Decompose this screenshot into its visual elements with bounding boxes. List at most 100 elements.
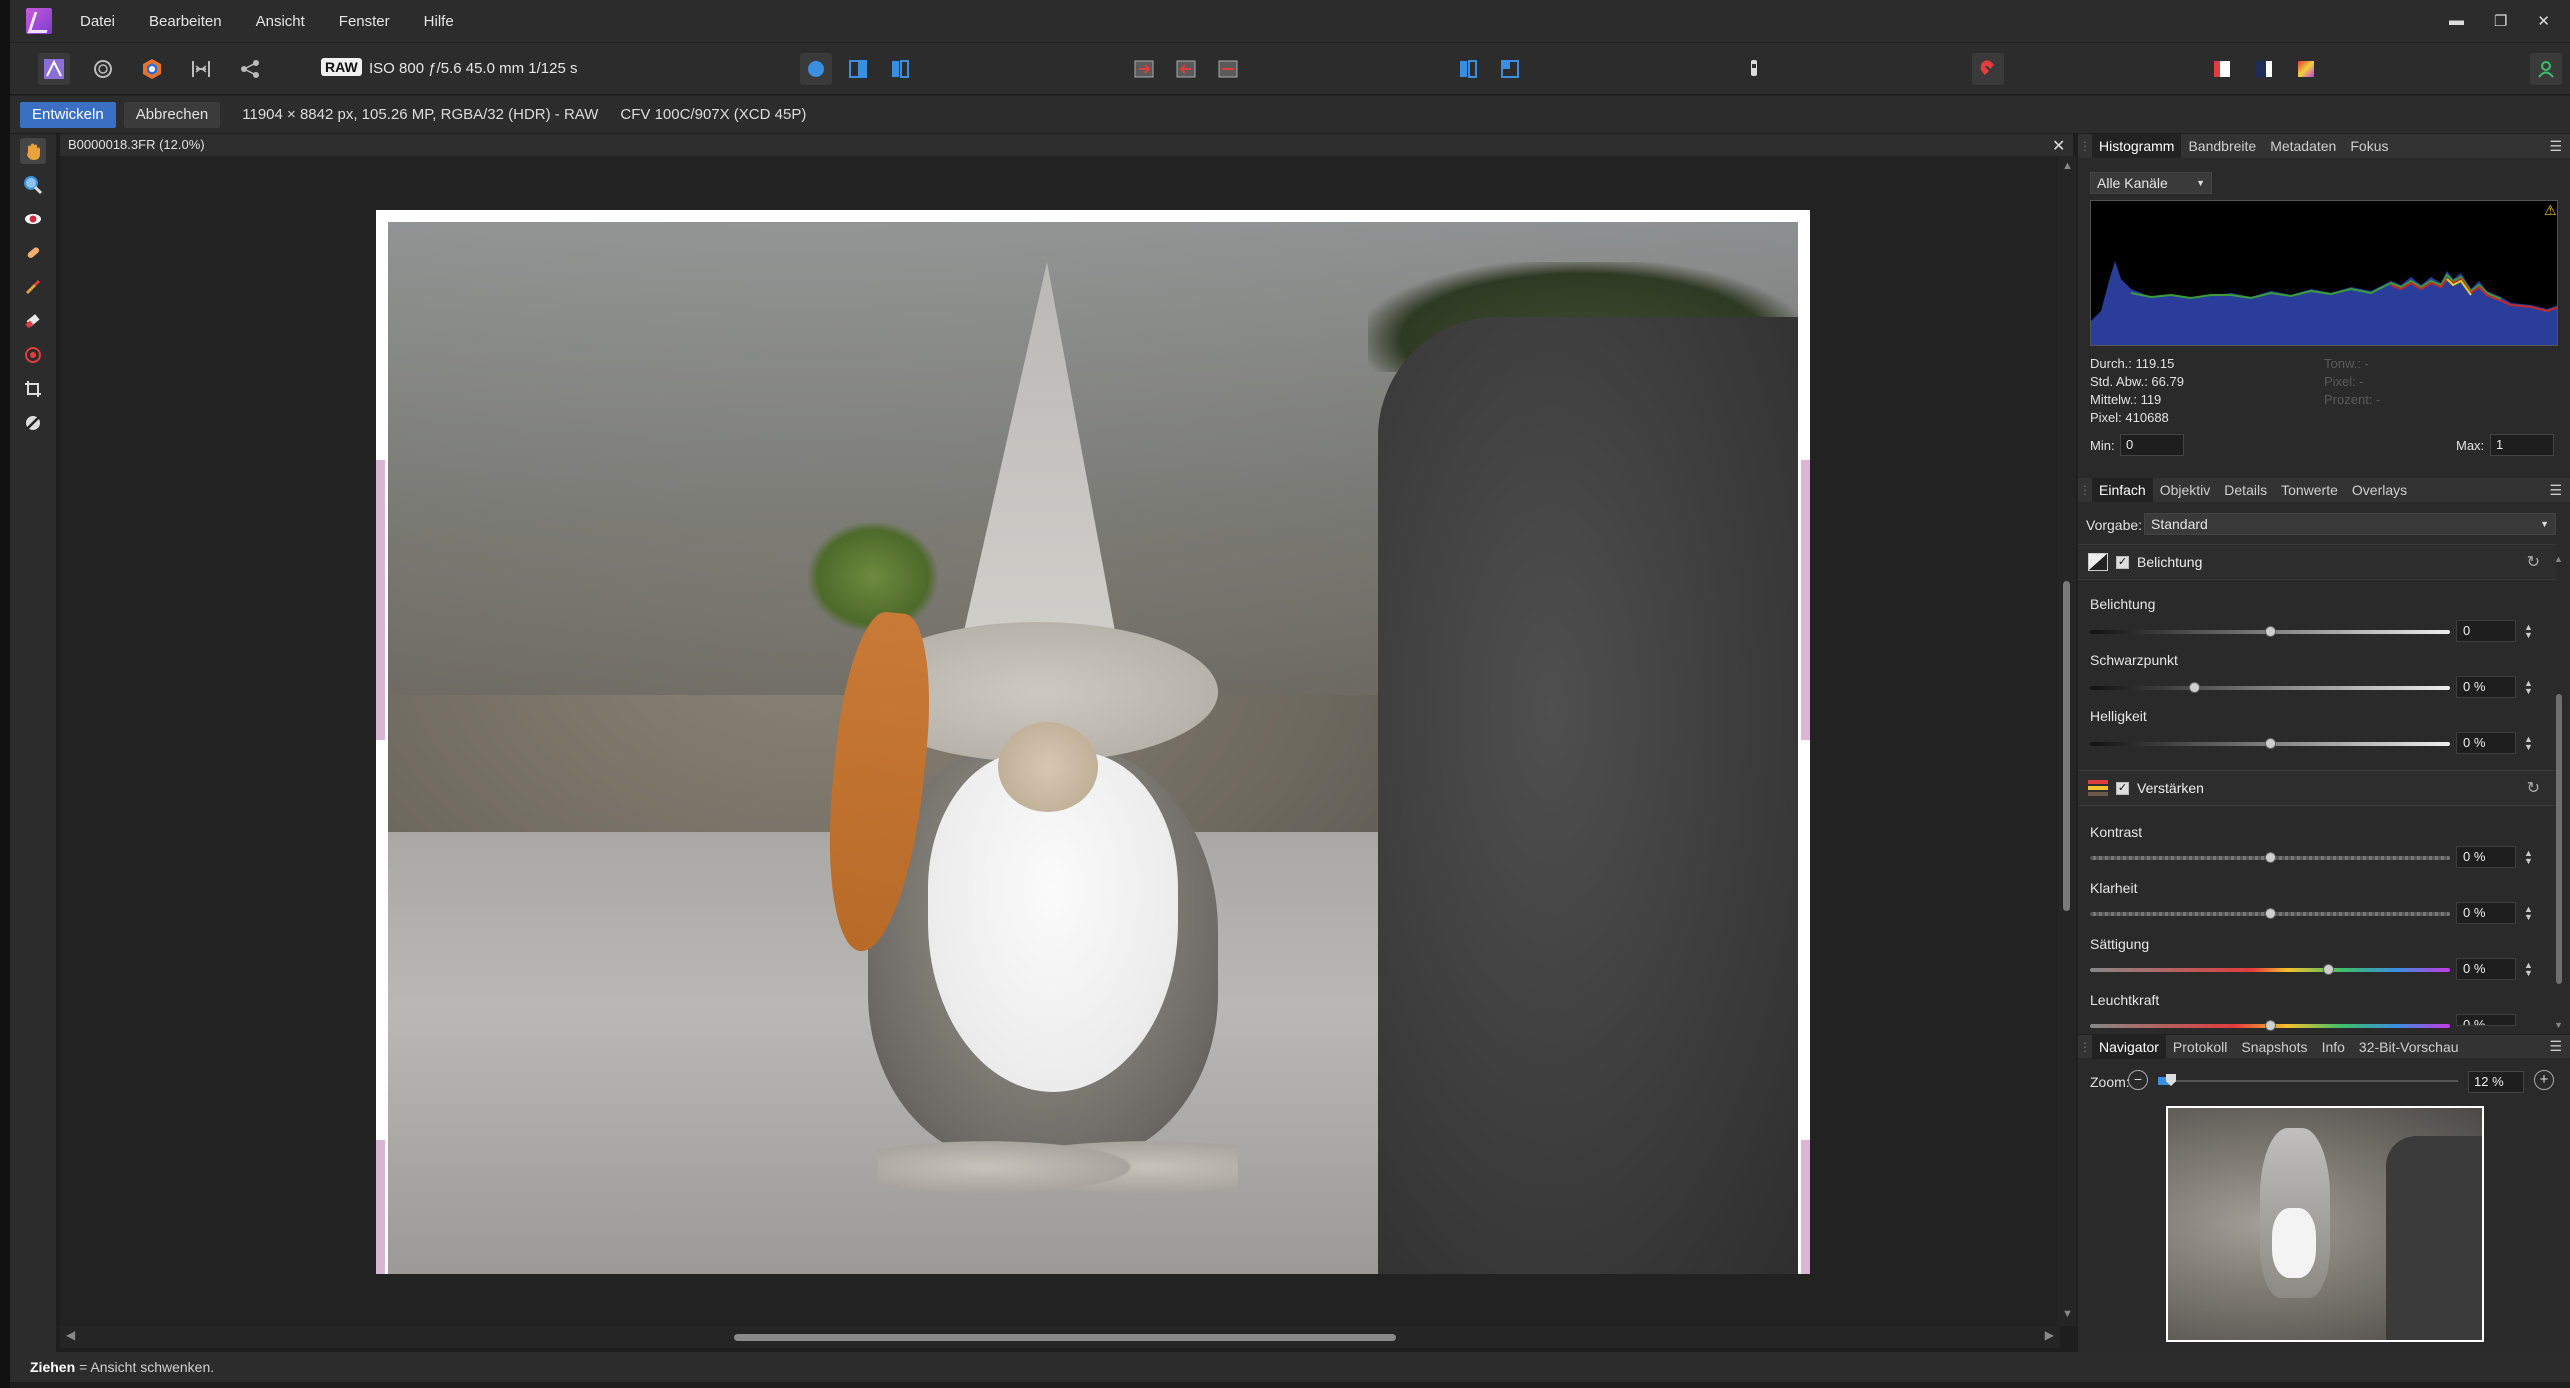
zoom-in-icon[interactable]: + bbox=[2534, 1070, 2554, 1090]
overlay-erase-tool-icon[interactable] bbox=[20, 308, 46, 334]
menu-ansicht[interactable]: Ansicht bbox=[256, 13, 305, 30]
min-field[interactable]: 0 bbox=[2120, 434, 2184, 456]
raw-photo[interactable] bbox=[388, 222, 1798, 1274]
tab-histogramm[interactable]: Histogramm bbox=[2092, 134, 2182, 158]
tab-tonwerte[interactable]: Tonwerte bbox=[2274, 478, 2345, 502]
enhance-enable-checkbox[interactable]: ✓ bbox=[2116, 781, 2129, 795]
overlay-gradient-tool-icon[interactable] bbox=[20, 342, 46, 368]
share-icon[interactable] bbox=[234, 53, 266, 85]
helligkeit-stepper-icon[interactable]: ▲ ▼ bbox=[2524, 735, 2533, 752]
belichtung-value[interactable]: 0 bbox=[2456, 620, 2516, 642]
assistant-right-icon[interactable] bbox=[1494, 53, 1526, 85]
develop-button[interactable]: Entwickeln bbox=[20, 101, 116, 128]
clipping-shadows-icon[interactable] bbox=[1128, 53, 1160, 85]
schwarzpunkt-stepper-icon[interactable]: ▲ ▼ bbox=[2524, 679, 2533, 696]
panel-menu-icon[interactable]: ☰ bbox=[2549, 138, 2562, 155]
helligkeit-slider-knob[interactable] bbox=[2265, 738, 2276, 749]
saettigung-stepper-icon[interactable]: ▲ ▼ bbox=[2524, 961, 2533, 978]
tab-32-bit-vorschau[interactable]: 32-Bit-Vorschau bbox=[2352, 1035, 2466, 1059]
schwarzpunkt-slider[interactable] bbox=[2090, 682, 2450, 693]
view-single-icon[interactable] bbox=[800, 53, 832, 85]
enhance-group-header[interactable]: ✓ Verstärken ↻ bbox=[2078, 770, 2556, 806]
max-field[interactable]: 1 bbox=[2490, 434, 2554, 456]
scroll-left-icon[interactable]: ◀ bbox=[66, 1328, 75, 1342]
leuchtkraft-slider[interactable] bbox=[2090, 1020, 2450, 1031]
scroll-down-icon[interactable]: ▼ bbox=[2062, 1308, 2073, 1320]
cancel-button[interactable]: Abbrechen bbox=[123, 101, 221, 128]
reset-exposure-icon[interactable]: ↻ bbox=[2527, 552, 2540, 572]
helligkeit-slider[interactable] bbox=[2090, 738, 2450, 749]
close-window-button[interactable]: ✕ bbox=[2537, 12, 2550, 30]
view-split-icon[interactable] bbox=[842, 53, 874, 85]
clipping-highlights-icon[interactable] bbox=[1170, 53, 1202, 85]
schwarzpunkt-value[interactable]: 0 % bbox=[2456, 676, 2516, 698]
helligkeit-value[interactable]: 0 % bbox=[2456, 732, 2516, 754]
scroll-down-icon[interactable]: ▼ bbox=[2554, 1020, 2563, 1030]
affinity-photo-logo-icon[interactable] bbox=[26, 8, 52, 34]
menu-hilfe[interactable]: Hilfe bbox=[424, 13, 454, 30]
klarheit-slider-knob[interactable] bbox=[2265, 908, 2276, 919]
red-eye-tool-icon[interactable] bbox=[20, 206, 46, 232]
saettigung-slider-knob[interactable] bbox=[2322, 964, 2334, 975]
menu-bearbeiten[interactable]: Bearbeiten bbox=[149, 13, 222, 30]
assistant-left-icon[interactable] bbox=[1452, 53, 1484, 85]
tone-mapping-icon[interactable] bbox=[185, 53, 217, 85]
kontrast-slider[interactable] bbox=[2090, 852, 2450, 863]
tab-protokoll[interactable]: Protokoll bbox=[2166, 1035, 2234, 1059]
tab-bandbreite[interactable]: Bandbreite bbox=[2181, 134, 2263, 158]
tab-objektiv[interactable]: Objektiv bbox=[2153, 478, 2218, 502]
scroll-up-icon[interactable]: ▲ bbox=[2062, 160, 2073, 172]
klarheit-slider[interactable] bbox=[2090, 908, 2450, 919]
tab-metadaten[interactable]: Metadaten bbox=[2263, 134, 2343, 158]
zoom-value[interactable]: 12 % bbox=[2468, 1071, 2524, 1093]
tab-overlays[interactable]: Overlays bbox=[2345, 478, 2414, 502]
panel-grip-icon[interactable]: ⋮ bbox=[2078, 139, 2092, 153]
saettigung-value[interactable]: 0 % bbox=[2456, 958, 2516, 980]
menu-datei[interactable]: Datei bbox=[80, 13, 115, 30]
klarheit-stepper-icon[interactable]: ▲ ▼ bbox=[2524, 905, 2533, 922]
channel-composite-icon[interactable] bbox=[2290, 53, 2322, 85]
kontrast-value[interactable]: 0 % bbox=[2456, 846, 2516, 868]
kontrast-stepper-icon[interactable]: ▲ ▼ bbox=[2524, 849, 2533, 866]
panel-grip-icon[interactable]: ⋮ bbox=[2078, 483, 2092, 497]
channel-red-icon[interactable] bbox=[2206, 53, 2238, 85]
tab-details[interactable]: Details bbox=[2217, 478, 2274, 502]
color-wheel-icon[interactable] bbox=[136, 53, 168, 85]
tab-fokus[interactable]: Fokus bbox=[2343, 134, 2395, 158]
tab-einfach[interactable]: Einfach bbox=[2092, 478, 2153, 502]
belichtung-stepper-icon[interactable]: ▲ ▼ bbox=[2524, 623, 2533, 640]
horizontal-scrollbar[interactable]: ◀ ▶ bbox=[60, 1326, 2060, 1348]
channel-select[interactable]: Alle Kanäle ▼ bbox=[2090, 172, 2212, 194]
snapping-magnet-icon[interactable] bbox=[1972, 53, 2004, 85]
tab-snapshots[interactable]: Snapshots bbox=[2234, 1035, 2314, 1059]
vertical-scroll-thumb[interactable] bbox=[2063, 581, 2070, 911]
develop-panel-scrollbar[interactable]: ▲ ▼ bbox=[2554, 554, 2564, 1030]
zoom-slider[interactable] bbox=[2158, 1074, 2458, 1086]
navigator-preview[interactable] bbox=[2166, 1106, 2484, 1342]
document-tab[interactable]: B0000018.3FR (12.0%) bbox=[60, 134, 2073, 156]
overlay-paint-tool-icon[interactable] bbox=[20, 274, 46, 300]
vertical-scrollbar[interactable]: ▲ ▼ bbox=[2058, 156, 2076, 1326]
blemish-removal-tool-icon[interactable] bbox=[20, 240, 46, 266]
kontrast-slider-knob[interactable] bbox=[2265, 852, 2276, 863]
restore-button[interactable]: ❐ bbox=[2494, 12, 2507, 30]
horizontal-scroll-thumb[interactable] bbox=[734, 1334, 1396, 1341]
assistant-manager-icon[interactable] bbox=[1738, 53, 1770, 85]
panel-menu-icon[interactable]: ☰ bbox=[2549, 482, 2562, 499]
clipping-tones-icon[interactable] bbox=[1212, 53, 1244, 85]
white-balance-tool-icon[interactable] bbox=[20, 410, 46, 436]
belichtung-slider-knob[interactable] bbox=[2265, 626, 2276, 637]
minimize-button[interactable]: ▬ bbox=[2449, 12, 2464, 30]
hand-tool-icon[interactable] bbox=[20, 138, 46, 164]
tab-info[interactable]: Info bbox=[2315, 1035, 2352, 1059]
develop-panel-scroll-thumb[interactable] bbox=[2556, 694, 2562, 984]
develop-persona-icon[interactable] bbox=[38, 53, 70, 85]
belichtung-slider[interactable] bbox=[2090, 626, 2450, 637]
exposure-enable-checkbox[interactable]: ✓ bbox=[2116, 555, 2129, 569]
schwarzpunkt-slider-knob[interactable] bbox=[2189, 682, 2201, 693]
user-account-icon[interactable] bbox=[2530, 53, 2562, 85]
lens-correction-icon[interactable] bbox=[87, 53, 119, 85]
scroll-up-icon[interactable]: ▲ bbox=[2554, 554, 2563, 564]
reset-enhance-icon[interactable]: ↻ bbox=[2527, 778, 2540, 798]
panel-menu-icon[interactable]: ☰ bbox=[2549, 1038, 2562, 1055]
